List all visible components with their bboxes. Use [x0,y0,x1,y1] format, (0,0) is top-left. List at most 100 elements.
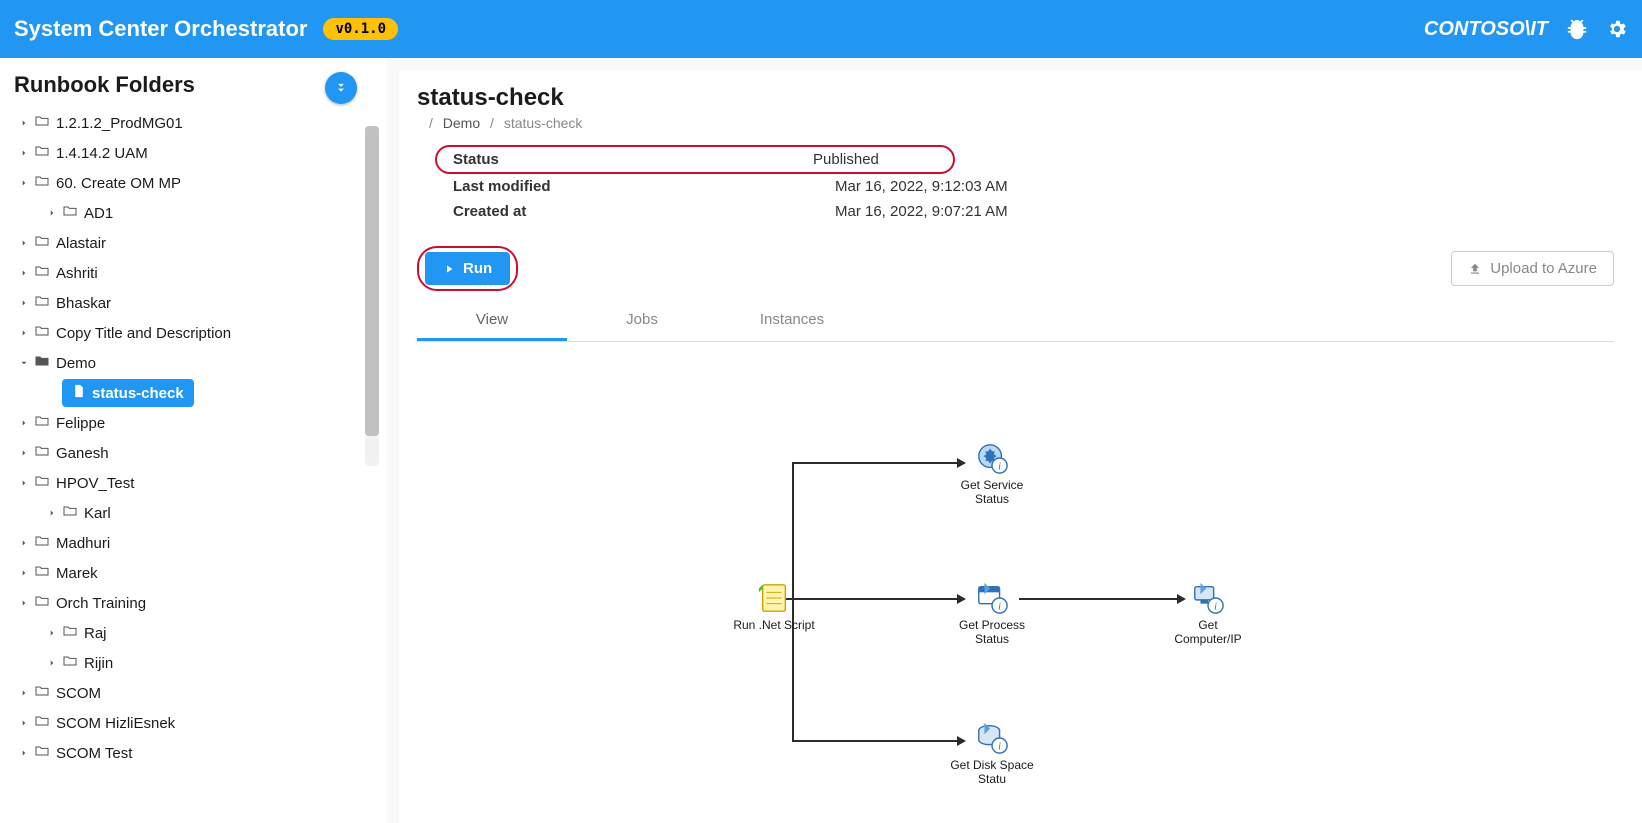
upload-button[interactable]: Upload to Azure [1451,251,1614,286]
main-area: status-check / Demo / status-check Statu… [387,58,1642,823]
folder-item[interactable]: Bhaskar [14,288,379,318]
node-run-net-script[interactable]: Run .Net Script [729,580,819,632]
chevron-right-icon[interactable] [14,538,34,548]
tab-view[interactable]: View [417,301,567,341]
node-get-computer-ip[interactable]: i Get Computer/IP [1163,580,1253,646]
upload-label: Upload to Azure [1490,260,1597,277]
chevron-right-icon[interactable] [42,208,62,218]
chevron-right-icon[interactable] [14,298,34,308]
folder-icon [62,503,84,523]
bug-icon[interactable] [1566,18,1588,40]
node-label: Get Computer/IP [1163,618,1253,646]
folder-item[interactable]: Orch Training [14,588,379,618]
status-highlight: Status Published [435,145,955,174]
disk-info-icon: i [975,721,1009,755]
chevron-down-icon[interactable] [14,358,34,368]
folder-icon [34,713,56,733]
tab-instances[interactable]: Instances [717,301,867,341]
folder-item[interactable]: Copy Title and Description [14,318,379,348]
version-badge: v0.1.0 [323,18,398,40]
folder-label: Raj [84,625,107,642]
node-get-process-status[interactable]: i Get Process Status [947,580,1037,646]
svg-text:i: i [998,601,1001,612]
chevron-right-icon[interactable] [14,418,34,428]
folder-item[interactable]: Ashriti [14,258,379,288]
folder-label: Felippe [56,415,105,432]
chevron-right-icon[interactable] [14,748,34,758]
folder-item[interactable]: Rijin [14,648,379,678]
folder-icon [34,563,56,583]
workflow-diagram[interactable]: Run .Net Script i Get Service Status i G… [417,362,1614,802]
file-label: status-check [92,385,184,402]
folder-item[interactable]: Karl [14,498,379,528]
chevron-right-icon[interactable] [14,118,34,128]
folder-label: SCOM [56,685,101,702]
folder-tree: 1.2.1.2_ProdMG011.4.14.2 UAM 60. Create O… [14,108,379,768]
folder-icon [62,203,84,223]
folder-item[interactable]: Marek [14,558,379,588]
folder-icon [34,233,56,253]
chevron-right-icon[interactable] [14,478,34,488]
runbook-file-item[interactable]: status-check [14,378,379,408]
scrollbar-thumb[interactable] [365,126,379,436]
chevron-right-icon[interactable] [14,178,34,188]
tab-jobs[interactable]: Jobs [567,301,717,341]
scrollbar[interactable] [365,126,379,466]
folder-item[interactable]: Raj [14,618,379,648]
chevron-right-icon[interactable] [42,658,62,668]
chevron-right-icon[interactable] [42,628,62,638]
play-icon [443,263,455,275]
chevron-right-icon[interactable] [14,238,34,248]
chevron-right-icon[interactable] [14,568,34,578]
chevron-right-icon[interactable] [14,268,34,278]
folder-item[interactable]: SCOM [14,678,379,708]
top-bar: System Center Orchestrator v0.1.0 CONTOS… [0,0,1642,58]
folder-item[interactable]: Ganesh [14,438,379,468]
gear-icon[interactable] [1606,18,1628,40]
product-title: System Center Orchestrator [14,16,307,42]
folder-item[interactable]: SCOM Test [14,738,379,768]
folder-label: Ashriti [56,265,98,282]
chevron-right-icon[interactable] [42,508,62,518]
chevron-right-icon[interactable] [14,598,34,608]
run-button[interactable]: Run [425,252,510,285]
chevron-right-icon[interactable] [14,688,34,698]
folder-item[interactable]: Alastair [14,228,379,258]
chevron-double-icon [334,81,348,95]
node-label: Get Service Status [947,478,1037,506]
run-highlight: Run [417,246,518,291]
folder-item[interactable]: Felippe [14,408,379,438]
node-get-service-status[interactable]: i Get Service Status [947,440,1037,506]
folder-item[interactable]: 1.2.1.2_ProdMG01 [14,108,379,138]
breadcrumb-parent[interactable]: Demo [443,115,480,131]
status-value: Published [813,151,879,168]
script-icon [757,581,791,615]
node-label: Get Process Status [947,618,1037,646]
folder-item[interactable]: SCOM HizliEsnek [14,708,379,738]
folder-icon [34,533,56,553]
created-value: Mar 16, 2022, 9:07:21 AM [835,203,1008,220]
collapse-sidebar-button[interactable] [325,72,357,104]
connector [792,740,957,742]
chevron-right-icon[interactable] [14,718,34,728]
chevron-right-icon[interactable] [14,328,34,338]
folder-item[interactable]: 1.4.14.2 UAM [14,138,379,168]
folder-label: Copy Title and Description [56,325,231,342]
folder-icon [34,743,56,763]
folder-icon [34,293,56,313]
folder-icon [34,323,56,343]
folder-item[interactable]: 60. Create OM MP [14,168,379,198]
chevron-right-icon[interactable] [14,148,34,158]
computer-info-icon: i [1191,581,1225,615]
node-label: Get Disk Space Statu [947,758,1037,786]
folder-item[interactable]: AD1 [14,198,379,228]
folder-label: 60. Create OM MP [56,175,181,192]
svg-text:i: i [998,461,1001,472]
folder-label: Rijin [84,655,113,672]
chevron-right-icon[interactable] [14,448,34,458]
folder-item[interactable]: HPOV_Test [14,468,379,498]
folder-item[interactable]: Madhuri [14,528,379,558]
node-get-disk-space[interactable]: i Get Disk Space Statu [947,720,1037,786]
created-label: Created at [453,203,835,220]
folder-item[interactable]: Demo [14,348,379,378]
